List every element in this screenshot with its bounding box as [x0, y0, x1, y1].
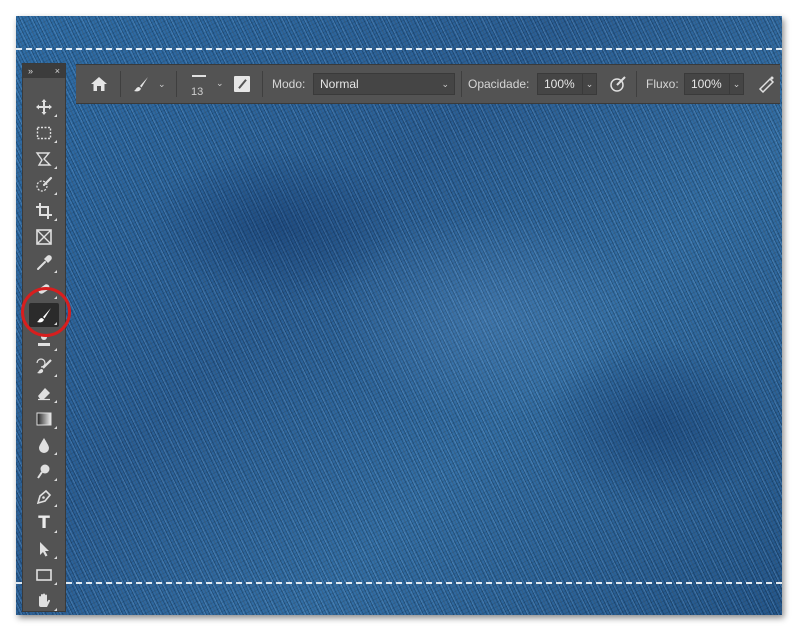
chevron-down-icon: ⌄	[216, 78, 224, 88]
brush-size-preview-icon	[192, 75, 206, 77]
airbrush-icon	[758, 76, 775, 93]
frame-tool[interactable]	[29, 225, 59, 249]
flow-field[interactable]: 100% ⌄	[684, 73, 744, 95]
type-icon: T	[38, 513, 50, 533]
brush-size-value: 13	[191, 86, 204, 98]
blur-icon	[39, 438, 49, 453]
top-stitch-line	[16, 48, 782, 50]
brush-settings-toggle[interactable]	[234, 65, 250, 103]
separator	[636, 71, 637, 97]
flow-value: 100%	[691, 77, 722, 91]
eraser-tool[interactable]	[29, 381, 59, 405]
chevron-down-icon: ⌄	[441, 78, 449, 89]
brush-tool-highlight	[21, 287, 71, 337]
gradient-tool[interactable]	[29, 407, 59, 431]
lasso-tool[interactable]	[29, 147, 59, 171]
marquee-tool[interactable]	[29, 121, 59, 145]
quick-selection-icon	[36, 176, 53, 192]
brush-settings-icon	[234, 76, 250, 92]
home-icon	[91, 77, 107, 91]
eraser-icon	[38, 388, 50, 401]
dodge-icon	[37, 464, 50, 479]
move-tool[interactable]	[29, 95, 59, 119]
options-bar: ⌄ 13 ⌄ Modo: Normal ⌄ Opacidade: 100% ⌄ …	[76, 64, 780, 104]
path-selection-tool[interactable]	[29, 537, 59, 561]
separator	[120, 71, 121, 97]
mode-select-wrap: Normal ⌄	[313, 65, 455, 103]
brush-preset-icon	[134, 77, 148, 92]
pressure-opacity-icon	[610, 76, 626, 92]
mode-label: Modo:	[272, 77, 306, 91]
type-tool[interactable]: T	[29, 511, 59, 535]
flow-field-wrap: 100% ⌄	[684, 65, 744, 103]
separator	[262, 71, 263, 97]
opacity-field[interactable]: 100% ⌄	[537, 73, 597, 95]
rectangle-tool[interactable]	[29, 563, 59, 587]
opacity-label: Opacidade:	[468, 77, 530, 91]
marquee-icon	[36, 126, 52, 140]
chevron-down-icon: ⌄	[158, 78, 166, 89]
document-canvas[interactable]	[16, 16, 782, 615]
history-brush-tool[interactable]	[29, 355, 59, 379]
gradient-icon	[36, 412, 52, 426]
move-icon	[36, 99, 52, 115]
history-brush-icon	[36, 358, 52, 374]
opacity-value: 100%	[544, 77, 575, 91]
tool-preset-picker[interactable]: ⌄	[132, 65, 166, 103]
hand-icon	[39, 593, 51, 607]
lasso-icon	[35, 152, 52, 166]
opacity-field-wrap: 100% ⌄	[537, 65, 597, 103]
mode-select[interactable]: Normal ⌄	[313, 73, 455, 95]
mode-value: Normal	[320, 77, 359, 91]
collapse-panel-icon[interactable]: »	[28, 64, 33, 78]
eyedropper-tool[interactable]	[29, 251, 59, 275]
home-button[interactable]	[90, 65, 108, 103]
eyedropper-icon	[37, 255, 52, 270]
rectangle-icon	[36, 569, 52, 581]
bottom-stitch-line	[16, 582, 782, 584]
quick-selection-tool[interactable]	[29, 173, 59, 197]
separator	[176, 71, 177, 97]
dodge-tool[interactable]	[29, 459, 59, 483]
tools-panel-header: » ×	[23, 64, 65, 78]
flow-label: Fluxo:	[646, 77, 679, 91]
pen-icon	[36, 489, 52, 505]
frame-icon	[36, 229, 52, 245]
hand-tool[interactable]	[29, 589, 59, 613]
chevron-down-icon[interactable]: ⌄	[729, 74, 743, 94]
airbrush-button[interactable]	[758, 65, 776, 103]
tools-panel: » × T	[22, 63, 66, 612]
pen-tool[interactable]	[29, 485, 59, 509]
brush-size-picker[interactable]: 13 ⌄	[188, 65, 232, 103]
pressure-opacity-button[interactable]	[609, 65, 627, 103]
path-selection-icon	[40, 542, 49, 557]
blur-tool[interactable]	[29, 433, 59, 457]
close-panel-icon[interactable]: ×	[55, 64, 60, 78]
separator	[461, 71, 462, 97]
chevron-down-icon[interactable]: ⌄	[582, 74, 596, 94]
crop-icon	[36, 203, 52, 219]
crop-tool[interactable]	[29, 199, 59, 223]
